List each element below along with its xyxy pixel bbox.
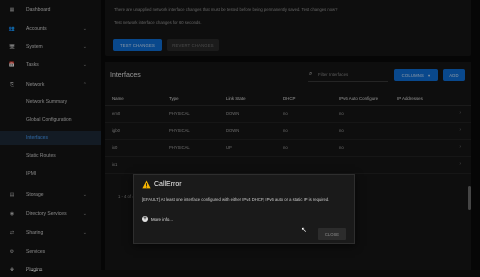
mouse-cursor-icon: ↖ (301, 227, 307, 234)
dialog-title: CallError (154, 181, 182, 188)
warning-icon (142, 180, 151, 189)
more-info-toggle[interactable]: + More info... (142, 216, 173, 222)
dialog-message: [EFAULT] At least one interface configur… (142, 197, 330, 202)
more-info-label: More info... (151, 216, 173, 222)
plus-circle-icon: + (142, 216, 148, 222)
call-error-dialog: CallError [EFAULT] At least one interfac… (133, 174, 355, 244)
close-button[interactable]: CLOSE (318, 228, 346, 240)
